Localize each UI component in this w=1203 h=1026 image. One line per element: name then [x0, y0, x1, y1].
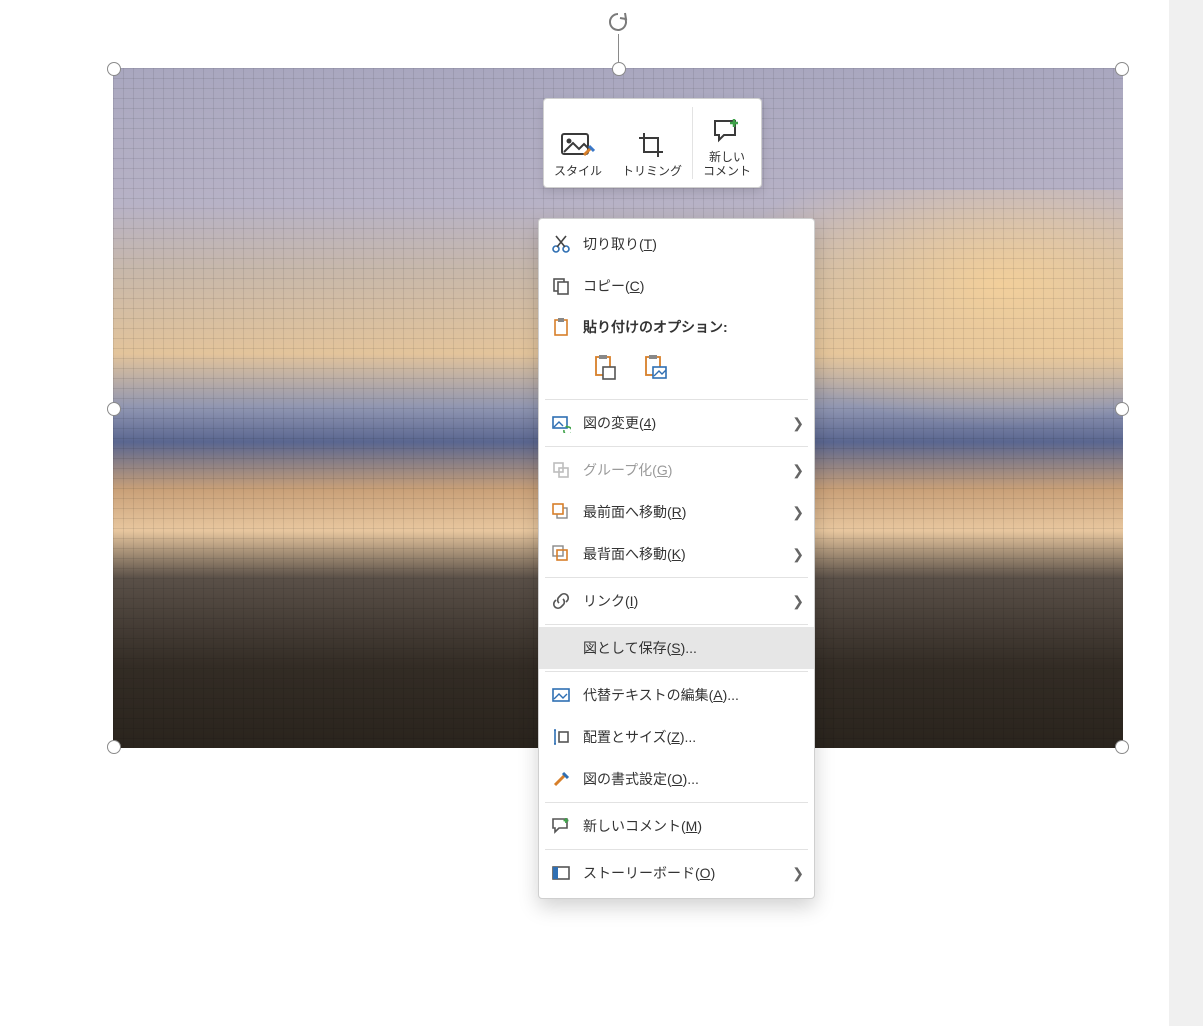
- submenu-chevron-icon: ❯: [792, 546, 804, 563]
- resize-handle-top-center[interactable]: [612, 62, 626, 76]
- context-menu: 切り取り(T) コピー(C) 貼り付けのオプション:: [538, 218, 815, 899]
- picture-style-icon: [561, 131, 595, 159]
- resize-handle-middle-right[interactable]: [1115, 402, 1129, 416]
- submenu-chevron-icon: ❯: [792, 504, 804, 521]
- menu-separator: [545, 577, 808, 578]
- new-comment-button[interactable]: 新しい コメント: [693, 99, 761, 187]
- rotate-handle[interactable]: [606, 10, 630, 34]
- menu-bring-to-front-label: 最前面へ移動(R): [583, 502, 802, 522]
- group-icon: [551, 460, 583, 480]
- menu-cut-label: 切り取り(T): [583, 234, 802, 254]
- format-picture-icon: [551, 769, 583, 789]
- menu-separator: [545, 624, 808, 625]
- menu-paste-header-label: 貼り付けのオプション:: [583, 317, 728, 337]
- menu-group-label: グループ化(G): [583, 460, 802, 480]
- new-comment-menu-icon: [551, 816, 583, 836]
- new-comment-button-label: 新しい コメント: [703, 151, 751, 179]
- menu-separator: [545, 446, 808, 447]
- paste-icon: [551, 317, 583, 337]
- submenu-chevron-icon: ❯: [792, 415, 804, 432]
- menu-link-label: リンク(I): [583, 591, 802, 611]
- editor-canvas[interactable]: スタイル トリミング 新しい コメント: [0, 0, 1203, 1026]
- menu-save-as-picture-label: 図として保存(S)...: [583, 638, 802, 658]
- resize-handle-top-right[interactable]: [1115, 62, 1129, 76]
- menu-change-picture[interactable]: 図の変更(4) ❯: [539, 402, 814, 444]
- size-position-icon: [551, 727, 583, 747]
- style-button-label: スタイル: [554, 165, 602, 179]
- menu-edit-alt-text-label: 代替テキストの編集(A)...: [583, 685, 802, 705]
- menu-separator: [545, 399, 808, 400]
- menu-separator: [545, 802, 808, 803]
- menu-format-picture[interactable]: 図の書式設定(O)...: [539, 758, 814, 800]
- menu-copy[interactable]: コピー(C): [539, 265, 814, 307]
- menu-edit-alt-text[interactable]: 代替テキストの編集(A)...: [539, 674, 814, 716]
- menu-separator: [545, 671, 808, 672]
- menu-send-to-back[interactable]: 最背面へ移動(K) ❯: [539, 533, 814, 575]
- resize-handle-top-left[interactable]: [107, 62, 121, 76]
- alt-text-icon: [551, 685, 583, 705]
- menu-change-picture-label: 図の変更(4): [583, 413, 802, 433]
- menu-separator: [545, 849, 808, 850]
- link-icon: [551, 591, 583, 611]
- menu-storyboard-label: ストーリーボード(O): [583, 863, 802, 883]
- rotate-handle-stem: [618, 34, 619, 62]
- menu-cut[interactable]: 切り取り(T): [539, 223, 814, 265]
- menu-save-as-picture[interactable]: 図として保存(S)...: [539, 627, 814, 669]
- vertical-scrollbar-gutter[interactable]: [1169, 0, 1203, 1026]
- new-comment-icon: [712, 117, 742, 145]
- menu-send-to-back-label: 最背面へ移動(K): [583, 544, 802, 564]
- paste-option-picture[interactable]: [637, 349, 673, 385]
- menu-group: グループ化(G) ❯: [539, 449, 814, 491]
- resize-handle-middle-left[interactable]: [107, 402, 121, 416]
- bring-to-front-icon: [551, 502, 583, 522]
- style-button[interactable]: スタイル: [544, 99, 612, 187]
- paste-options-row: [539, 345, 814, 397]
- menu-copy-label: コピー(C): [583, 276, 802, 296]
- submenu-chevron-icon: ❯: [792, 865, 804, 882]
- crop-icon: [637, 131, 667, 159]
- paste-option-keep-source[interactable]: [587, 349, 623, 385]
- menu-new-comment[interactable]: 新しいコメント(M): [539, 805, 814, 847]
- menu-size-and-position[interactable]: 配置とサイズ(Z)...: [539, 716, 814, 758]
- change-picture-icon: [551, 413, 583, 433]
- resize-handle-bottom-left[interactable]: [107, 740, 121, 754]
- picture-mini-toolbar: スタイル トリミング 新しい コメント: [543, 98, 762, 188]
- menu-format-picture-label: 図の書式設定(O)...: [583, 769, 802, 789]
- menu-size-and-position-label: 配置とサイズ(Z)...: [583, 727, 802, 747]
- cut-icon: [551, 234, 583, 254]
- resize-handle-bottom-right[interactable]: [1115, 740, 1129, 754]
- crop-button[interactable]: トリミング: [612, 99, 692, 187]
- submenu-chevron-icon: ❯: [792, 462, 804, 479]
- menu-link[interactable]: リンク(I) ❯: [539, 580, 814, 622]
- menu-bring-to-front[interactable]: 最前面へ移動(R) ❯: [539, 491, 814, 533]
- menu-paste-header: 貼り付けのオプション:: [539, 307, 814, 345]
- submenu-chevron-icon: ❯: [792, 593, 804, 610]
- crop-button-label: トリミング: [622, 165, 682, 179]
- menu-storyboard[interactable]: ストーリーボード(O) ❯: [539, 852, 814, 894]
- storyboard-icon: [551, 863, 583, 883]
- send-to-back-icon: [551, 544, 583, 564]
- menu-new-comment-label: 新しいコメント(M): [583, 816, 802, 836]
- copy-icon: [551, 276, 583, 296]
